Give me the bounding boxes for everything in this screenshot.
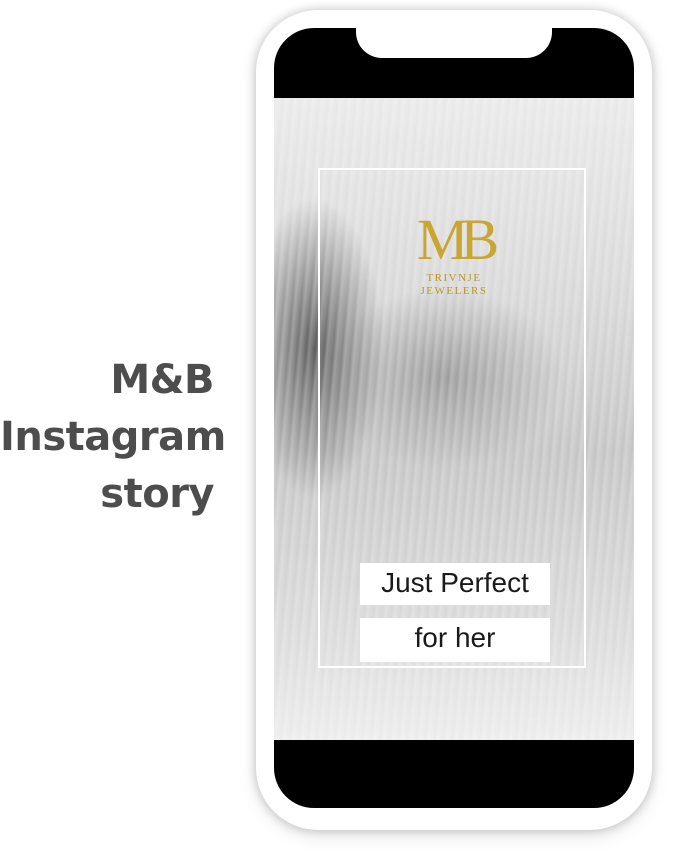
logo-text-2: JEWELERS [420, 285, 488, 297]
logo-text-1: TRIVNJE [426, 272, 482, 284]
phone-screen: MB TRIVNJE JEWELERS Just Perfect for her [274, 28, 634, 808]
story-photo: MB TRIVNJE JEWELERS Just Perfect for her [274, 98, 634, 740]
phone-notch [356, 24, 552, 58]
jeweler-logo: MB TRIVNJE JEWELERS [404, 208, 504, 318]
story-text-line-1: Just Perfect [360, 563, 550, 605]
story-text-line-2: for her [360, 618, 550, 662]
promo-caption: M&B Instagram story [0, 352, 226, 523]
caption-line-1: M&B [110, 357, 214, 403]
caption-line-2: Instagram [0, 414, 226, 460]
caption-line-3: story [100, 471, 214, 517]
logo-monogram: MB [416, 207, 499, 272]
